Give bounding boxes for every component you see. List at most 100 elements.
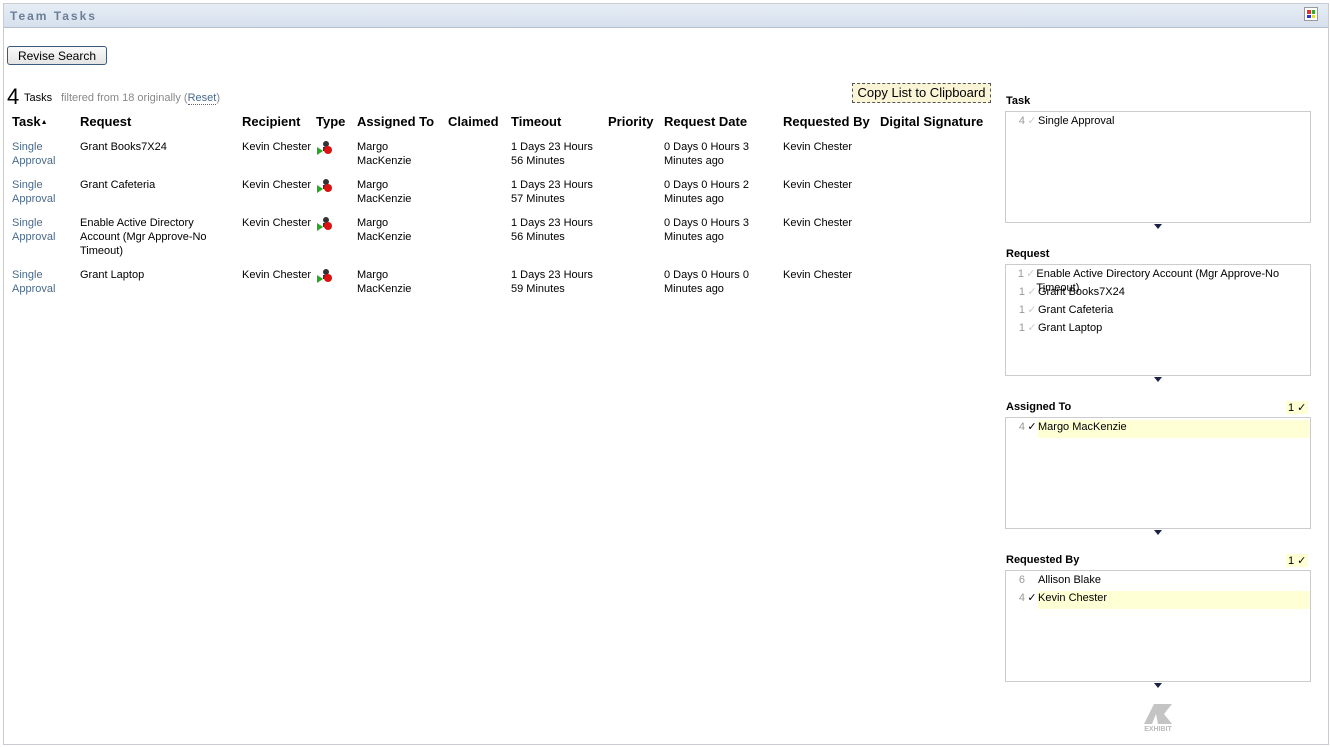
cell-by: Kevin Chester xyxy=(783,141,853,153)
approval-type-icon xyxy=(316,140,351,160)
portlet-header: Team Tasks xyxy=(4,4,1328,28)
cell-timeout: 1 Days 23 Hours 57 Minutes xyxy=(511,179,593,205)
cell-recipient: Kevin Chester xyxy=(242,179,312,191)
checkmark-icon: ✓ xyxy=(1027,286,1037,298)
filter-summary: filtered from 18 originally (Reset) xyxy=(61,92,220,105)
checkmark-icon: ✓ xyxy=(1027,115,1037,127)
reset-link[interactable]: Reset xyxy=(187,92,217,105)
facet-item-count: 4 xyxy=(1018,421,1025,433)
facet-title: Task xyxy=(1006,95,1031,107)
column-header-timeout[interactable]: Timeout xyxy=(511,114,561,129)
portlet-title: Team Tasks xyxy=(10,9,97,23)
expand-arrow-icon[interactable] xyxy=(1154,224,1162,229)
column-header-label: Priority xyxy=(608,114,654,129)
checkmark-icon: ✓ xyxy=(1027,592,1037,604)
facet-item[interactable]: 1 ✓ Enable Active Directory Account (Mgr A… xyxy=(1006,267,1310,294)
cell-assigned: Margo MacKenzie xyxy=(357,217,412,243)
column-header-recipient[interactable]: Recipient xyxy=(242,114,301,129)
column-header-label: Requested By xyxy=(783,114,870,129)
column-header-label: Task xyxy=(12,114,41,129)
cell-request: Grant Laptop xyxy=(80,269,145,281)
cell-timeout: 1 Days 23 Hours 59 Minutes xyxy=(511,269,593,295)
cell-task[interactable]: Single Approval xyxy=(12,268,72,296)
checkmark-icon: ✓ xyxy=(1027,304,1037,316)
exhibit-logo-text: EXHIBIT xyxy=(1144,726,1172,733)
facet-item[interactable]: 6 Allison Blake xyxy=(1006,573,1310,591)
result-count: 4 xyxy=(7,84,20,109)
column-header-label: Recipient xyxy=(242,114,301,129)
cell-assigned: Margo MacKenzie xyxy=(357,141,412,167)
checkmark-icon: ✓ xyxy=(1027,421,1037,433)
cell-by: Kevin Chester xyxy=(783,217,853,229)
facet-item-label: Grant Laptop xyxy=(1038,322,1103,334)
cell-date: 0 Days 0 Hours 3 Minutes ago xyxy=(664,217,749,243)
cell-timeout: 1 Days 23 Hours 56 Minutes xyxy=(511,141,593,167)
facet-item[interactable]: 1 ✓ Grant Books7X24 xyxy=(1006,285,1310,303)
column-header-label: Request Date xyxy=(664,114,748,129)
cell-by: Kevin Chester xyxy=(783,269,853,281)
cell-assigned: Margo MacKenzie xyxy=(357,179,412,205)
column-header-type[interactable]: Type xyxy=(316,114,345,129)
facet-item-label: Kevin Chester xyxy=(1038,591,1310,609)
cell-task[interactable]: Single Approval xyxy=(12,216,72,244)
column-header-label: Timeout xyxy=(511,114,562,129)
grid-icon[interactable] xyxy=(1304,7,1318,21)
facet-item[interactable]: 1 ✓ Grant Cafeteria xyxy=(1006,303,1310,321)
facet-item-label: Grant Books7X24 xyxy=(1038,286,1125,298)
revise-search-button[interactable]: Revise Search xyxy=(7,46,107,65)
facet-selected-count[interactable]: 1 ✓ xyxy=(1286,554,1309,567)
facet-title: Request xyxy=(1006,248,1050,260)
column-header-task[interactable]: Task▲ xyxy=(12,114,48,129)
column-header-label: Claimed xyxy=(448,114,499,129)
facet-item-count: 6 xyxy=(1018,574,1025,586)
approval-type-icon xyxy=(316,178,351,198)
cell-by: Kevin Chester xyxy=(783,179,853,191)
facet-item-count: 1 xyxy=(1018,304,1025,316)
column-header-digital-signature[interactable]: Digital Signature xyxy=(880,114,983,129)
expand-arrow-icon[interactable] xyxy=(1154,683,1162,688)
facet-list: 4 ✓ Margo MacKenzie xyxy=(1005,417,1311,529)
result-count-label: Tasks xyxy=(24,92,53,104)
column-header-requested-by[interactable]: Requested By xyxy=(783,114,870,129)
facet-list: 4 ✓ Single Approval xyxy=(1005,111,1311,223)
filter-text: filtered from 18 originally ( xyxy=(61,92,188,104)
column-header-assigned-to[interactable]: Assigned To xyxy=(357,114,434,129)
expand-arrow-icon[interactable] xyxy=(1154,530,1162,535)
facet-item-count: 4 xyxy=(1018,115,1025,127)
column-header-request[interactable]: Request xyxy=(80,114,131,129)
copy-to-clipboard-button[interactable]: Copy List to Clipboard xyxy=(852,83,991,103)
cell-request: Grant Books7X24 xyxy=(80,141,167,153)
checkmark-icon: ✓ xyxy=(1027,322,1037,334)
column-header-request-date[interactable]: Request Date xyxy=(664,114,747,129)
filter-text-end: ) xyxy=(216,92,220,104)
expand-arrow-icon[interactable] xyxy=(1154,377,1162,382)
column-header-claimed[interactable]: Claimed xyxy=(448,114,499,129)
facet-item-count: 1 xyxy=(1018,322,1025,334)
column-header-priority[interactable]: Priority xyxy=(608,114,654,129)
facet-item-label: Margo MacKenzie xyxy=(1038,420,1310,438)
facet-item[interactable]: 1 ✓ Grant Laptop xyxy=(1006,321,1310,339)
cell-date: 0 Days 0 Hours 0 Minutes ago xyxy=(664,269,749,295)
checkmark-icon xyxy=(1026,573,1038,591)
checkmark-icon: ✓ xyxy=(1026,268,1036,280)
facet-item-label: Enable Active Directory Account (Mgr App… xyxy=(1036,268,1280,294)
facet-list: 1 ✓ Enable Active Directory Account (Mgr A… xyxy=(1005,264,1311,376)
approval-type-icon xyxy=(316,216,351,236)
cell-recipient: Kevin Chester xyxy=(242,269,312,281)
facet-item-count: 1 xyxy=(1018,286,1025,298)
facet-item[interactable]: 4 ✓ Kevin Chester xyxy=(1006,591,1310,609)
facet-title: Requested By xyxy=(1006,554,1080,566)
facet-item[interactable]: 4 ✓ Margo MacKenzie xyxy=(1006,420,1310,438)
cell-request: Grant Cafeteria xyxy=(80,179,156,191)
facet-selected-count[interactable]: 1 ✓ xyxy=(1286,401,1309,414)
cell-task[interactable]: Single Approval xyxy=(12,140,72,168)
column-header-label: Digital Signature xyxy=(880,114,984,129)
facet-list: 6 Allison Blake 4 ✓ Kevin Chester xyxy=(1005,570,1311,682)
cell-task[interactable]: Single Approval xyxy=(12,178,72,206)
approval-type-icon xyxy=(316,268,351,288)
cell-date: 0 Days 0 Hours 2 Minutes ago xyxy=(664,179,749,205)
facet-item[interactable]: 4 ✓ Single Approval xyxy=(1006,114,1310,132)
cell-request: Enable Active Directory Account (Mgr App… xyxy=(80,217,207,257)
cell-timeout: 1 Days 23 Hours 56 Minutes xyxy=(511,217,593,243)
exhibit-logo-icon xyxy=(1144,704,1172,724)
